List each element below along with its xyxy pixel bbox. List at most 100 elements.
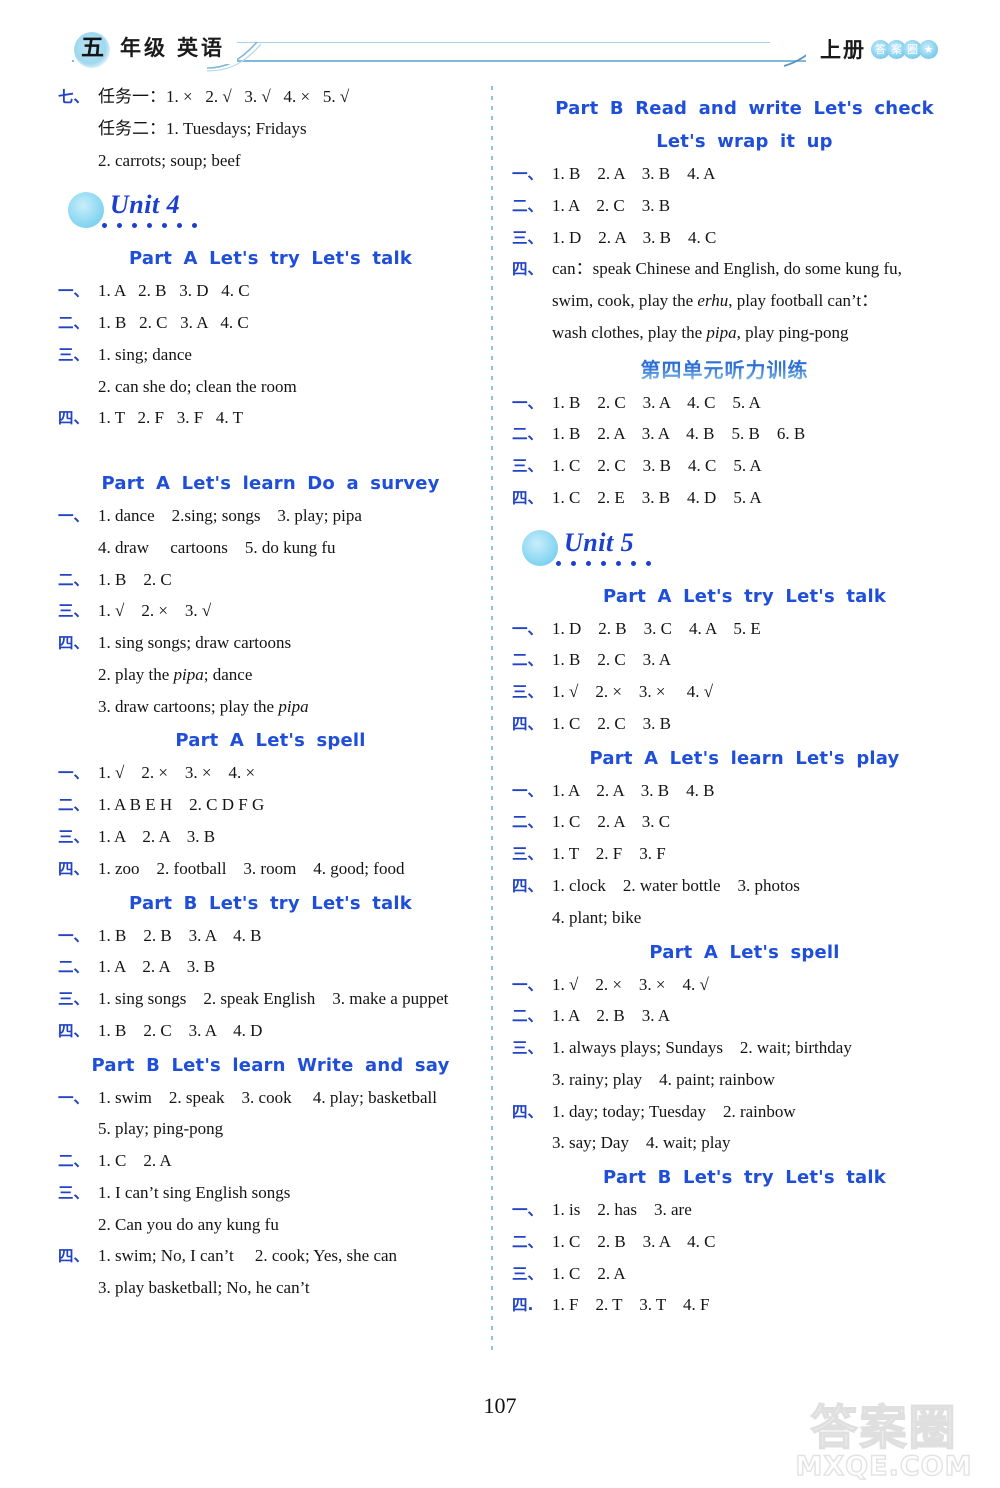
answer-row-text: 1. A B E H 2. C D F G [98,795,265,815]
answer-row-number: 三、 [512,457,544,476]
answer-row-number: 一、 [58,1088,90,1107]
answer-row-text: 1. always plays; Sundays 2. wait; birthd… [552,1038,852,1058]
answer-row-text: 1. B 2. C 3. A 4. C 5. A [552,392,761,412]
answer-row-text: 1. is 2. has 3. are [552,1200,692,1220]
answer-row-number: 一、 [512,393,544,412]
answer-row: 二、 1. C 2. B 3. A 4. C [512,1231,977,1254]
unit-dot-row-icon [102,223,197,229]
answer-row-number: 一、 [512,619,544,638]
answer-continuation-line: 2. Can you do any kung fu [98,1214,279,1234]
answer-row-number: 三、 [58,828,90,847]
answer-row-text: 1. sing; dance [98,344,192,364]
answer-continuation-line: 2. play the pipa; dance [98,664,483,687]
italic-term: pipa [706,322,737,342]
answer-continuation-line: swim, cook, play the erhu, play football… [552,290,977,313]
text-segment: wash clothes, play the [552,322,707,342]
answer-row: 一、 1. √ 2. × 3. × 4. √ [512,974,977,997]
answer-row-text: 1. clock 2. water bottle 3. photos [552,876,800,896]
answer-continuation-line: wash clothes, play the pipa, play ping-p… [552,322,977,345]
part-heading: Part B Read and write Let's check [555,98,934,119]
answer-row: 一、 1. A 2. A 3. B 4. B [512,780,977,803]
text-segment: 2. play the [98,664,174,684]
answer-row-number: 二、 [512,425,544,444]
answer-row: 三、 1. always plays; Sundays 2. wait; birt… [512,1037,977,1060]
answer-row: 二、 1. B 2. A 3. A 4. B 5. B 6. B [512,423,977,446]
page-header: 五 年级 英语 上册 答案圈 ★ [0,32,1000,82]
answer-continuation-line: 3. play basketball; No, he can’t [98,1278,310,1298]
answer-row-text: 1. I can’t sing English songs [98,1182,291,1202]
answer-row: 一、 1. B 2. B 3. A 4. B [58,925,483,948]
answer-row-text: 1. A 2. C 3. B [552,195,671,215]
answer-row-number: 七、 [58,88,90,106]
grade-label: 年级 [120,36,168,60]
text-segment: 3. draw cartoons; play the [98,696,279,716]
answer-continuation-line: 3. draw cartoons; play the pipa [98,696,483,719]
part-heading: Part B Let's try Let's talk [129,892,412,914]
answer-row-number: 二、 [512,1007,544,1026]
answer-row-text: 任务一：1. × 2. √ 3. √ 4. × 5. √ [98,87,350,106]
unit-heading: Unit 5 [512,528,977,574]
unit-heading-label: Unit 5 [564,527,635,557]
answer-row: 一、 1. D 2. B 3. C 4. A 5. E [512,618,977,641]
answer-row-text: 1. C 2. A [98,1151,172,1171]
answer-row: 一、 1. A 2. B 3. D 4. C [58,280,483,303]
answer-row: 三、 1. C 2. A [512,1263,977,1286]
answer-row-text: 1. √ 2. × 3. √ [98,601,212,621]
answer-row: 一、 1. is 2. has 3. are [512,1199,977,1222]
answer-row-text: 1. D 2. B 3. C 4. A 5. E [552,618,761,638]
answer-row: 四、 1. clock 2. water bottle 3. photos [512,875,977,898]
answer-row-text: 1. C 2. E 3. B 4. D 5. A [552,487,762,507]
answer-row-number: 一、 [512,781,544,800]
part-heading: Part B Let's try Let's talk [603,1167,886,1189]
answer-row-text: 1. D 2. A 3. B 4. C [552,227,717,247]
column-divider [491,86,493,1356]
page-number: 107 [0,1386,1000,1426]
watermark-en: MXQE.COM [795,1450,973,1482]
answer-row: 二、 1. B 2. C 3. A [512,649,977,672]
answer-row-text: 1. √ 2. × 3. × 4. √ [552,974,709,994]
answer-row: 二、 1. C 2. A [58,1150,483,1173]
grade-badge: 五 [74,32,111,68]
answer-row-number: 三、 [512,228,544,247]
answer-row: 二、 1. A B E H 2. C D F G [58,794,483,817]
answer-row-number: 四、 [512,260,544,279]
answer-row-number: 三、 [512,1264,544,1283]
section-heading-cn: 第四单元听力训练 [512,354,977,383]
answer-row-text: 1. B 2. B 3. A 4. B [98,925,262,945]
answer-row-number: 二、 [58,796,90,815]
answer-row: 三、 1. D 2. A 3. B 4. C [512,227,977,250]
part-heading: Part A Let's learn Let's play [589,747,900,769]
answer-row-number: 二、 [58,958,90,977]
answer-row-text: 1. B 2. A 3. A 4. B 5. B 6. B [552,424,806,444]
answer-row-number: 一、 [58,507,90,526]
answer-row-text: 1. A 2. A 3. B [98,957,216,977]
answer-row-number: 一、 [58,926,90,945]
text-segment: swim, cook, play the [552,291,698,311]
answer-continuation-line: 3. say; Day 4. wait; play [552,1133,731,1153]
answer-row-text: 1. √ 2. × 3. × 4. √ [552,682,714,702]
unit-heading: Unit 4 [58,190,483,236]
answer-row: 四、 1. day; today; Tuesday 2. rainbow [512,1101,977,1124]
part-heading: Part B Let's learn Write and say [91,1054,450,1076]
answer-row-number: 三、 [58,990,90,1009]
answer-row-text: 1. A 2. A 3. B [98,827,216,847]
left-answer-column: 七、 任务一：1. × 2. √ 3. √ 4. × 5. √ 任务二：1. Tue… [58,86,483,1309]
answer-row-number: 四. [512,1296,534,1315]
answer-row: 四、 1. swim; No, I can’t 2. cook; Yes, she… [58,1245,483,1268]
header-grade-block: 五 年级 英语 [74,32,237,68]
answer-row-number: 二、 [512,813,544,832]
answer-row-number: 四、 [58,409,90,428]
answer-row-number: 四、 [58,1247,90,1266]
answer-row-number: 二、 [512,196,544,215]
answer-row-text: 1. swim 2. speak 3. cook 4. play; basket… [98,1087,438,1107]
answer-row: 一、 1. dance 2.sing; songs 3. play; pipa [58,505,483,528]
italic-term: erhu [697,291,729,311]
answer-row-number: 四、 [512,714,544,733]
answer-row-text: 1. dance 2.sing; songs 3. play; pipa [98,506,362,526]
answer-row-text: 1. F 2. T 3. T 4. F [552,1295,710,1315]
answer-continuation-line: 2. carrots; soup; beef [98,150,241,170]
answer-row-number: 三、 [512,1039,544,1058]
answer-row: 二、 1. A 2. A 3. B [58,956,483,979]
answer-row-number: 三、 [58,345,90,364]
